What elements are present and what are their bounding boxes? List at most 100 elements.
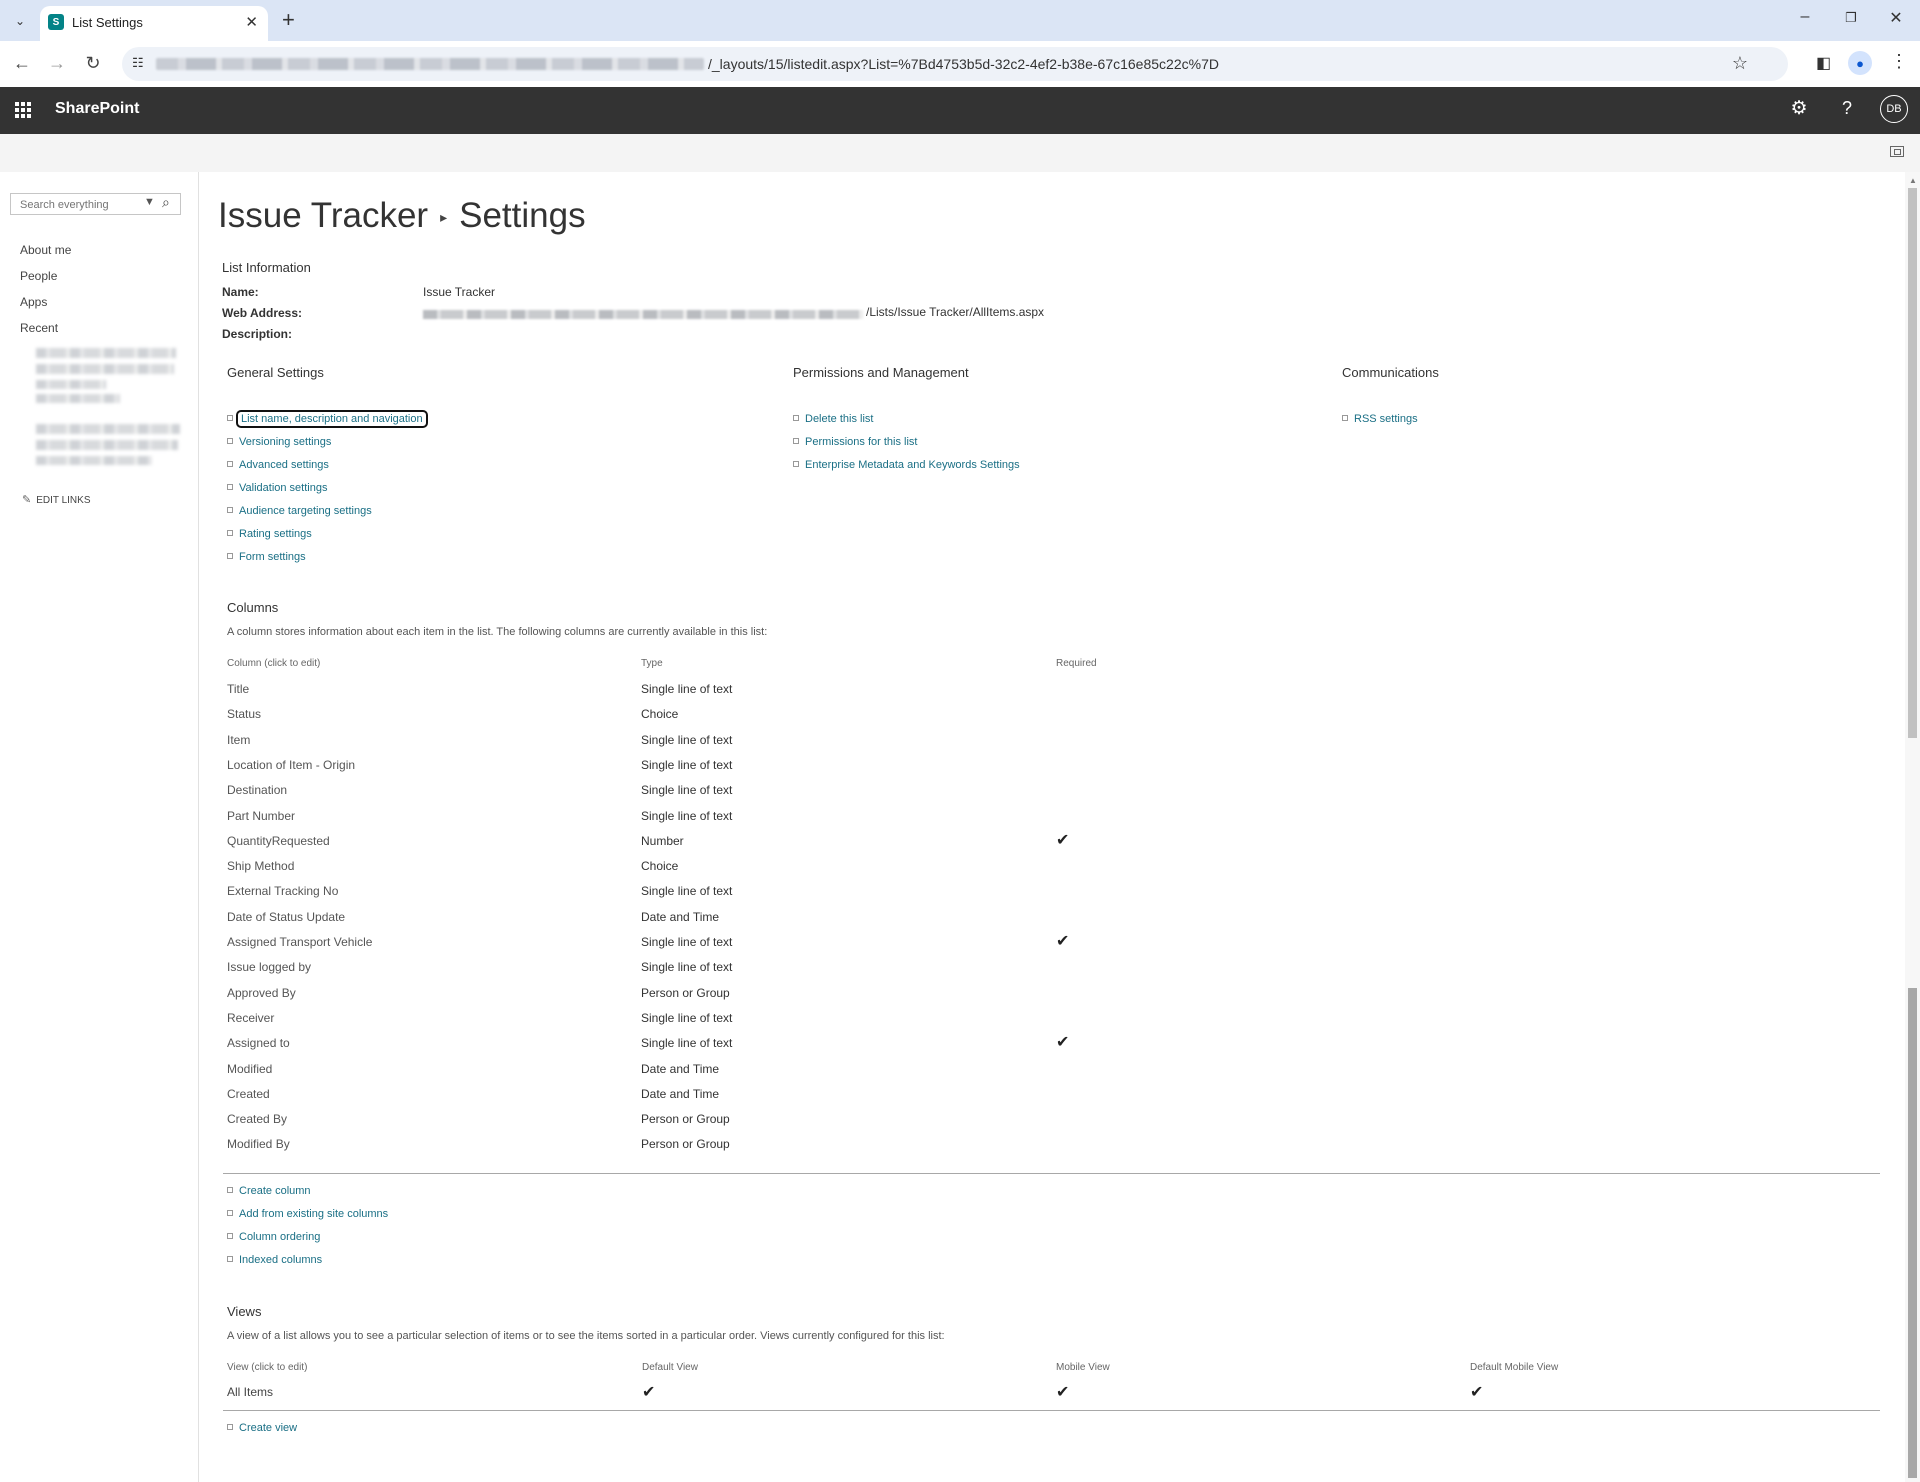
left-navigation: ▼ ⌕ About me People Apps Recent ✎ EDIT LI… — [0, 172, 199, 1482]
focus-on-content-icon[interactable] — [1890, 146, 1904, 157]
recent-item-redacted[interactable] — [36, 380, 106, 389]
view-all-items-link[interactable]: All Items — [227, 1385, 273, 1399]
back-icon[interactable]: ← — [11, 53, 33, 74]
column-header-name: Column (click to edit) — [227, 658, 321, 669]
bullet-icon — [793, 438, 799, 445]
restore-icon[interactable]: ❐ — [1841, 10, 1861, 26]
tab-close-icon[interactable]: ✕ — [245, 13, 258, 31]
column-name-link[interactable]: Approved By — [227, 986, 296, 1000]
column-name-link[interactable]: Location of Item - Origin — [227, 758, 355, 772]
scroll-up-icon[interactable]: ▲ — [1909, 176, 1917, 185]
list-name-description-navigation-link[interactable]: List name, description and navigation — [227, 410, 428, 428]
enterprise-metadata-link[interactable]: Enterprise Metadata and Keywords Setting… — [793, 459, 1020, 471]
recent-item-redacted[interactable] — [36, 440, 178, 450]
gear-icon[interactable]: ⚙ — [1786, 97, 1812, 120]
column-name-link[interactable]: Modified By — [227, 1137, 290, 1151]
close-window-icon[interactable]: ✕ — [1886, 8, 1906, 28]
page-scrollbar[interactable]: ▲ — [1905, 172, 1920, 1482]
breadcrumb-list-link[interactable]: Issue Tracker — [218, 196, 428, 235]
column-type: Single line of text — [641, 733, 733, 747]
minimize-icon[interactable]: – — [1795, 8, 1815, 26]
column-type: Date and Time — [641, 1087, 720, 1101]
rss-settings-link[interactable]: RSS settings — [1342, 413, 1418, 425]
forward-icon[interactable]: → — [46, 53, 68, 74]
view-header-default: Default View — [642, 1362, 698, 1373]
column-type: Single line of text — [641, 884, 733, 898]
search-scope-dropdown-icon[interactable]: ▼ — [144, 196, 155, 208]
column-name-link[interactable]: Title — [227, 682, 249, 696]
nav-item-people[interactable]: People — [20, 269, 57, 283]
add-site-columns-link[interactable]: Add from existing site columns — [227, 1208, 388, 1220]
column-ordering-link[interactable]: Column ordering — [227, 1231, 320, 1243]
scroll-thumb-lower[interactable] — [1908, 988, 1917, 1478]
audience-targeting-settings-link[interactable]: Audience targeting settings — [227, 505, 372, 517]
versioning-settings-link[interactable]: Versioning settings — [227, 436, 331, 448]
recent-item-redacted[interactable] — [36, 424, 180, 434]
profile-icon[interactable]: ● — [1848, 51, 1872, 75]
communications-heading: Communications — [1342, 365, 1439, 380]
column-name-link[interactable]: Date of Status Update — [227, 910, 345, 924]
recent-item-redacted[interactable] — [36, 456, 152, 465]
column-type: Single line of text — [641, 1036, 733, 1050]
side-panel-icon[interactable]: ◧ — [1816, 53, 1831, 73]
delete-list-link[interactable]: Delete this list — [793, 413, 873, 425]
tab-search-icon[interactable]: ⌄ — [8, 9, 32, 33]
ribbon-bar — [0, 134, 1920, 172]
avatar[interactable]: DB — [1880, 95, 1908, 123]
column-name-link[interactable]: Assigned Transport Vehicle — [227, 935, 372, 949]
create-column-link[interactable]: Create column — [227, 1185, 311, 1197]
recent-item-redacted[interactable] — [36, 348, 176, 358]
column-name-link[interactable]: External Tracking No — [227, 884, 338, 898]
browser-toolbar: ← → ↻ ☷ /_layouts/15/listedit.aspx?List=… — [0, 41, 1920, 88]
nav-item-apps[interactable]: Apps — [20, 295, 47, 309]
column-name-link[interactable]: Destination — [227, 783, 287, 797]
column-name-link[interactable]: QuantityRequested — [227, 834, 330, 848]
nav-item-recent[interactable]: Recent — [20, 321, 58, 335]
new-tab-icon[interactable]: + — [282, 7, 295, 33]
column-name-link[interactable]: Status — [227, 707, 261, 721]
column-name-link[interactable]: Modified — [227, 1062, 272, 1076]
bullet-icon — [227, 553, 233, 560]
recent-item-redacted[interactable] — [36, 394, 120, 403]
scroll-thumb[interactable] — [1908, 188, 1917, 738]
bullet-icon — [793, 415, 799, 422]
column-name-link[interactable]: Issue logged by — [227, 960, 311, 974]
column-type: Date and Time — [641, 910, 720, 924]
column-name-link[interactable]: Created By — [227, 1112, 287, 1126]
address-bar[interactable]: ☷ /_layouts/15/listedit.aspx?List=%7Bd47… — [122, 47, 1788, 81]
advanced-settings-link[interactable]: Advanced settings — [227, 459, 329, 471]
nav-item-about-me[interactable]: About me — [20, 243, 71, 257]
rating-settings-link[interactable]: Rating settings — [227, 528, 312, 540]
column-type: Single line of text — [641, 1011, 733, 1025]
bookmark-star-icon[interactable]: ☆ — [1732, 53, 1748, 74]
permissions-link[interactable]: Permissions for this list — [793, 436, 917, 448]
column-name-link[interactable]: Created — [227, 1087, 270, 1101]
create-view-link[interactable]: Create view — [227, 1422, 297, 1434]
name-value: Issue Tracker — [423, 285, 496, 299]
url-host-redacted — [156, 58, 704, 70]
view-header-mobile: Mobile View — [1056, 1362, 1110, 1373]
column-name-link[interactable]: Receiver — [227, 1011, 274, 1025]
search-input[interactable] — [11, 194, 142, 216]
validation-settings-link[interactable]: Validation settings — [227, 482, 327, 494]
browser-menu-icon[interactable]: ⋮ — [1890, 51, 1908, 72]
edit-links-button[interactable]: ✎ EDIT LINKS — [22, 493, 91, 506]
column-name-link[interactable]: Item — [227, 733, 250, 747]
reload-icon[interactable]: ↻ — [82, 53, 104, 74]
column-header-required: Required — [1056, 658, 1097, 669]
site-info-icon[interactable]: ☷ — [132, 55, 144, 71]
view-header-default-mobile: Default Mobile View — [1470, 1362, 1559, 1373]
form-settings-link[interactable]: Form settings — [227, 551, 306, 563]
column-name-link[interactable]: Assigned to — [227, 1036, 290, 1050]
bullet-icon — [227, 507, 233, 514]
brand-name[interactable]: SharePoint — [55, 100, 139, 118]
app-launcher-icon[interactable] — [15, 102, 31, 118]
recent-item-redacted[interactable] — [36, 364, 174, 374]
browser-tab[interactable]: S List Settings ✕ — [40, 6, 268, 41]
search-icon[interactable]: ⌕ — [162, 194, 170, 211]
indexed-columns-link[interactable]: Indexed columns — [227, 1254, 322, 1266]
column-name-link[interactable]: Ship Method — [227, 859, 294, 873]
help-icon[interactable]: ? — [1834, 98, 1860, 119]
bullet-icon — [1342, 415, 1348, 422]
column-name-link[interactable]: Part Number — [227, 809, 295, 823]
